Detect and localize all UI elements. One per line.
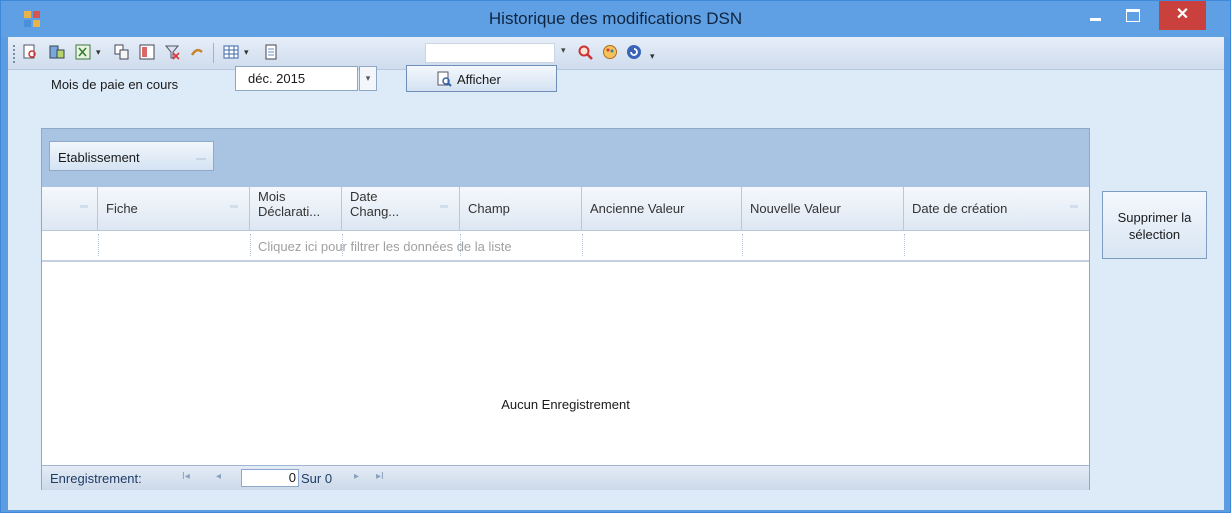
toolbar-grip[interactable] [13, 45, 18, 63]
row-selector-header[interactable] [42, 187, 98, 230]
maximize-button[interactable] [1118, 1, 1148, 31]
filter-placeholder: Cliquez ici pour filtrer les données de … [258, 239, 512, 254]
afficher-button[interactable]: Afficher [406, 65, 557, 92]
column-header-date-creation[interactable]: Date de création [904, 187, 1090, 230]
group-chip-etablissement[interactable]: Etablissement [49, 141, 214, 171]
minimize-button[interactable] [1081, 1, 1111, 31]
copy-icon[interactable] [114, 44, 130, 60]
supprimer-selection-button[interactable]: Supprimer la sélection [1102, 191, 1207, 259]
mois-paie-value: déc. 2015 [248, 71, 306, 86]
column-header-champ[interactable]: Champ [460, 187, 582, 230]
export-dropdown-chevron-icon[interactable]: ▾ [96, 47, 104, 57]
record-total: Sur 0 [301, 471, 333, 486]
sort-indicator-icon [1070, 205, 1078, 208]
close-button[interactable]: ✕ [1159, 1, 1206, 30]
column-header-date-changement[interactable]: Date Chang... [342, 187, 460, 230]
column-header-ancienne-valeur[interactable]: Ancienne Valeur [582, 187, 742, 230]
sort-indicator-icon [80, 205, 88, 208]
print-preview-icon[interactable] [22, 44, 38, 60]
toolbar-separator [213, 43, 214, 63]
excel-icon[interactable] [75, 44, 91, 60]
toolbar-combo-chevron-icon[interactable]: ▾ [561, 45, 566, 56]
search-icon[interactable] [577, 44, 593, 60]
filter-row[interactable]: Cliquez ici pour filtrer les données de … [42, 231, 1089, 262]
columns-icon[interactable] [139, 44, 155, 60]
column-label: Ancienne Valeur [590, 201, 685, 216]
empty-message: Aucun Enregistrement [501, 397, 630, 412]
afficher-label: Afficher [457, 72, 501, 87]
column-label: Champ [468, 201, 510, 216]
magnifier-icon [437, 71, 452, 87]
sort-indicator-icon [230, 205, 238, 208]
app-window: Historique des modifications DSN ✕ ▾ ▾ ▾… [0, 0, 1231, 513]
column-header-mois-declaration[interactable]: Mois Déclarati... [250, 187, 342, 230]
toolbar-combo[interactable] [425, 43, 555, 63]
filter-cell-divider [582, 234, 583, 256]
toolbar-overflow-chevron-icon[interactable]: ▾ [650, 51, 658, 61]
column-label: Date de création [912, 201, 1008, 216]
column-label: Mois Déclarati... [258, 189, 321, 219]
grid-layout-icon[interactable] [223, 44, 239, 60]
mois-paie-select[interactable]: déc. 2015 [235, 66, 358, 91]
filter-cell-divider [98, 234, 99, 256]
toolbar: ▾ ▾ ▾ ▾ [8, 37, 1224, 70]
export-icon[interactable] [49, 44, 65, 60]
filter-clear-icon[interactable] [164, 44, 180, 60]
reload-icon[interactable] [626, 44, 642, 60]
supprimer-selection-label: Supprimer la sélection [1117, 210, 1192, 242]
previous-record-icon[interactable]: ◂ [216, 471, 221, 482]
sort-indicator-icon [440, 205, 448, 208]
current-record-input[interactable]: 0 [241, 469, 299, 487]
mois-paie-dropdown-button[interactable]: ▾ [359, 66, 377, 91]
grid-body[interactable] [42, 262, 1089, 465]
history-grid: Etablissement Fiche Mois Déclarati... Da… [41, 128, 1090, 490]
column-header-fiche[interactable]: Fiche [98, 187, 250, 230]
group-by-panel[interactable]: Etablissement [42, 129, 1089, 187]
navigator-label: Enregistrement: [50, 471, 142, 486]
refresh-arrow-icon[interactable] [189, 44, 205, 60]
palette-icon[interactable] [602, 44, 618, 60]
record-navigator: Enregistrement: I◂ ◂ 0 Sur 0 ▸ ▸I [42, 465, 1089, 490]
layout-dropdown-chevron-icon[interactable]: ▾ [244, 47, 252, 57]
mois-paie-label: Mois de paie en cours [51, 77, 179, 92]
grid-header-row: Fiche Mois Déclarati... Date Chang... Ch… [42, 187, 1089, 231]
first-record-icon[interactable]: I◂ [182, 471, 190, 482]
group-chip-label: Etablissement [58, 150, 140, 165]
window-title: Historique des modifications DSN [488, 9, 743, 28]
title-bar[interactable]: Historique des modifications DSN ✕ [1, 1, 1230, 37]
last-record-icon[interactable]: ▸I [376, 471, 384, 482]
column-header-nouvelle-valeur[interactable]: Nouvelle Valeur [742, 187, 904, 230]
filter-cell-divider [250, 234, 251, 256]
sort-indicator-icon [196, 152, 206, 160]
column-label: Date Chang... [350, 189, 400, 219]
filter-cell-divider [904, 234, 905, 256]
column-label: Nouvelle Valeur [750, 201, 841, 216]
column-label: Fiche [106, 201, 138, 216]
page-icon[interactable] [263, 44, 279, 60]
next-record-icon[interactable]: ▸ [354, 471, 359, 482]
filter-cell-divider [742, 234, 743, 256]
